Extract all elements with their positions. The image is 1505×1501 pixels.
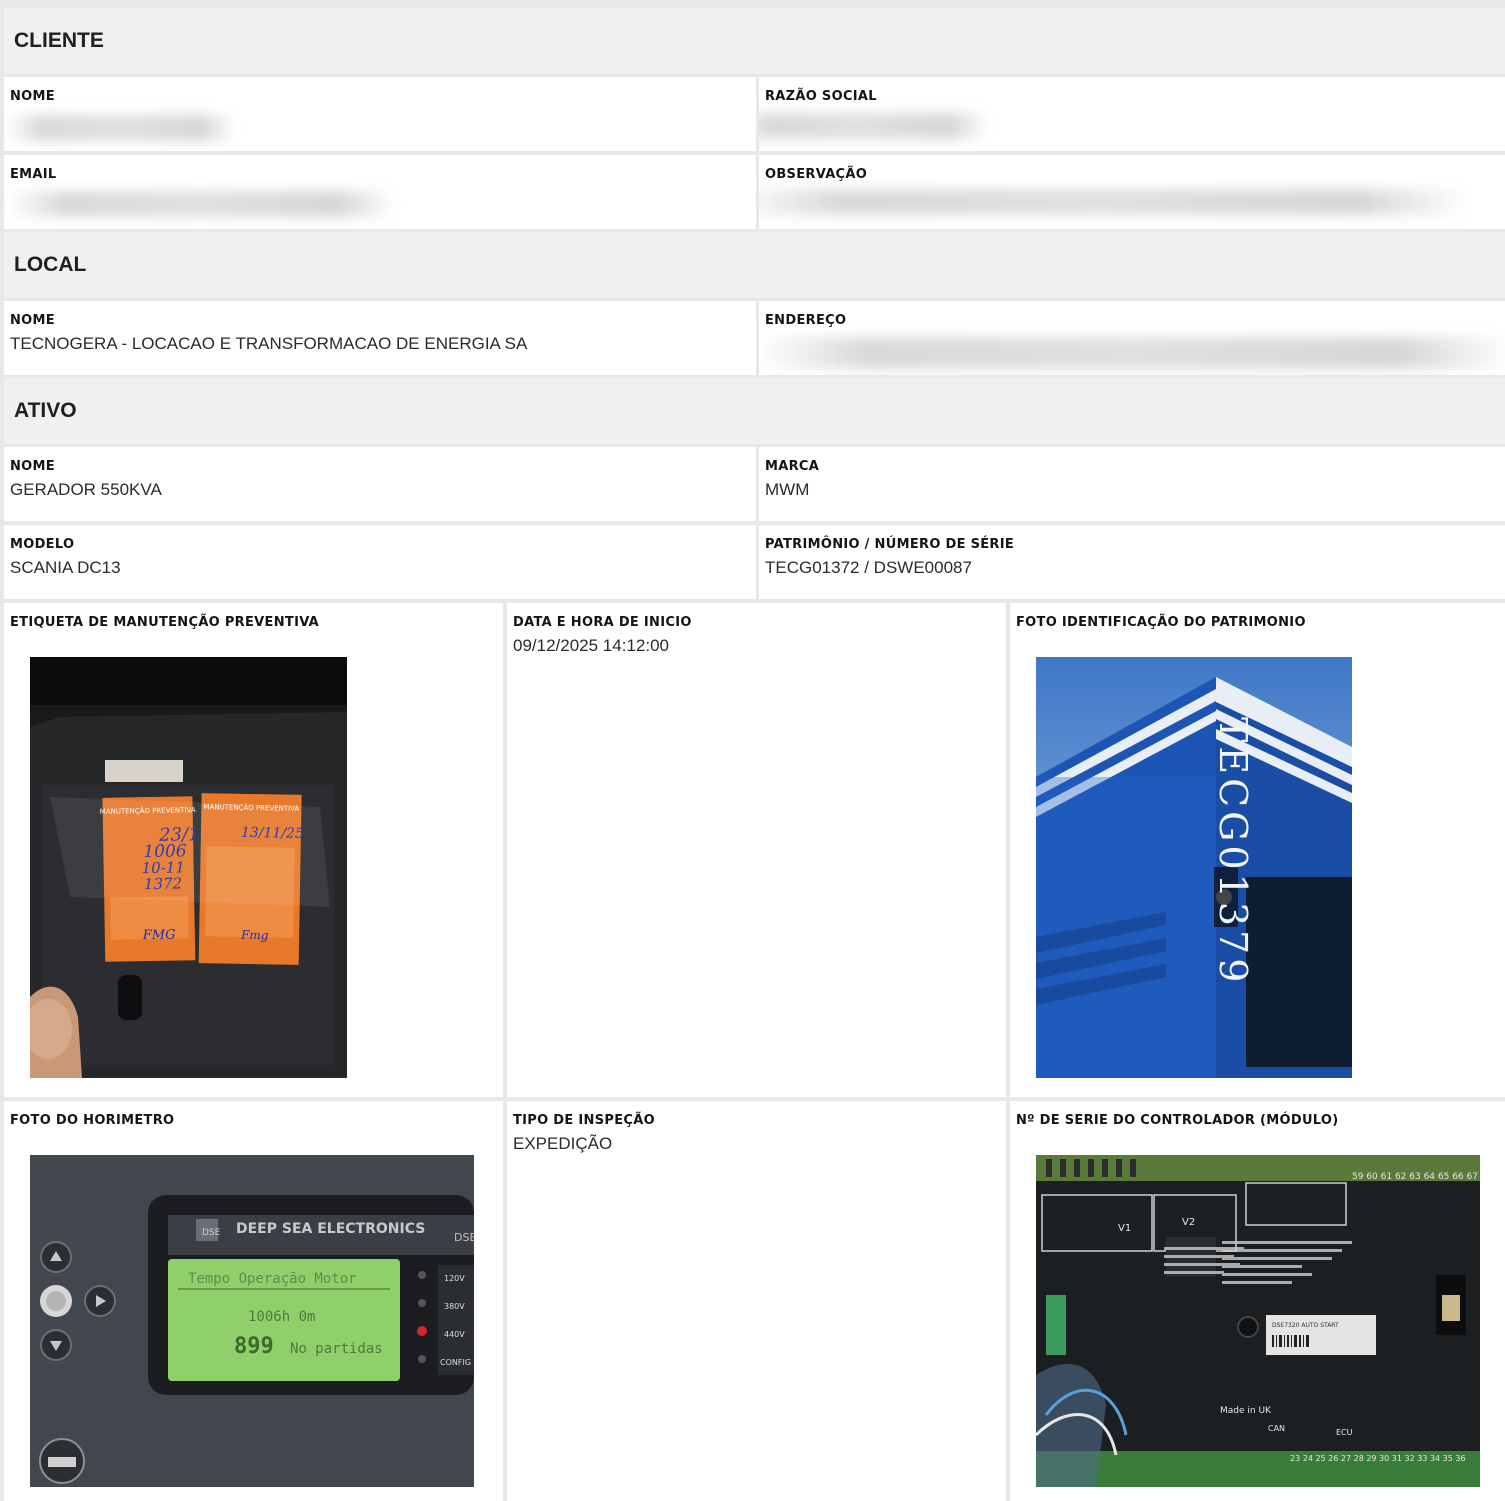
ativo-modelo-field: MODELO SCANIA DC13 <box>4 525 756 599</box>
local-endereco-field: ENDEREÇO <box>759 301 1505 375</box>
local-nome-field: NOME TECNOGERA - LOCACAO E TRANSFORMACAO… <box>4 301 756 375</box>
field-label: DATA E HORA DE INICIO <box>513 615 692 630</box>
horimetro-field: FOTO DO HORIMETRO DSE DEEP SEA ELECTRONI… <box>4 1101 503 1501</box>
field-label: TIPO DE INSPEÇÃO <box>513 1113 655 1128</box>
hour-meter-image: DSE DEEP SEA ELECTRONICS DSE Tempo Opera… <box>30 1155 474 1487</box>
section-title: LOCAL <box>14 253 87 276</box>
field-label: ETIQUETA DE MANUTENÇÃO PREVENTIVA <box>10 615 320 630</box>
generator-vertical-id: TECG01379 <box>1211 717 1255 986</box>
side-label-4: CONFIG <box>440 1358 471 1367</box>
section-header-cliente: CLIENTE <box>4 8 1505 74</box>
side-label-2: 380V <box>444 1302 465 1311</box>
field-label: NOME <box>10 459 55 474</box>
field-value: GERADOR 550KVA <box>10 480 162 499</box>
dse-small-logo: DSE <box>202 1228 221 1238</box>
section-title: ATIVO <box>14 399 77 422</box>
ativo-marca-field: MARCA MWM <box>759 447 1505 521</box>
hour-meter-photo[interactable]: DSE DEEP SEA ELECTRONICS DSE Tempo Opera… <box>30 1155 474 1487</box>
foto-patrimonio-field: FOTO IDENTIFICAÇÃO DO PATRIMONIO TECG013… <box>1010 603 1505 1097</box>
lcd-starts-label: No partidas <box>290 1341 383 1357</box>
field-label: FOTO DO HORIMETRO <box>10 1113 175 1128</box>
tag1-sig: FMG <box>142 928 176 944</box>
redacted-value <box>6 115 236 141</box>
field-value: TECNOGERA - LOCACAO E TRANSFORMACAO DE E… <box>10 334 528 353</box>
ativo-nome-field: NOME GERADOR 550KVA <box>4 447 756 521</box>
ctrl-made: Made in UK <box>1220 1406 1272 1416</box>
inspection-report: CLIENTE NOME RAZÃO SOCIAL EMAIL OBSERVAÇ… <box>0 0 1505 1501</box>
side-label-3: 440V <box>444 1330 465 1339</box>
field-value: 09/12/2025 14:12:00 <box>513 636 669 655</box>
cliente-observacao-field: OBSERVAÇÃO <box>759 155 1505 229</box>
field-label: NOME <box>10 313 55 328</box>
lcd-starts-number: 899 <box>234 1334 274 1359</box>
maintenance-tag-photo[interactable]: MANUTENÇÃO PREVENTIVA 23/10/25 1006 10-1… <box>30 657 347 1078</box>
field-label: PATRIMÔNIO / NÚMERO DE SÉRIE <box>765 537 1015 552</box>
controlador-field: Nº DE SERIE DO CONTROLADOR (MÓDULO) V1 V… <box>1010 1101 1505 1501</box>
ctrl-v1: V1 <box>1118 1223 1131 1234</box>
etiqueta-field: ETIQUETA DE MANUTENÇÃO PREVENTIVA MANUTE… <box>4 603 503 1097</box>
field-value: EXPEDIÇÃO <box>513 1134 613 1153</box>
maintenance-tag-image: MANUTENÇÃO PREVENTIVA 23/10/25 1006 10-1… <box>30 657 347 1078</box>
redacted-value <box>759 189 1469 215</box>
ctrl-top-numbers: 59 60 61 62 63 64 65 66 67 <box>1352 1172 1478 1182</box>
cliente-razao-field: RAZÃO SOCIAL <box>759 77 1505 151</box>
ctrl-model: DSE7320 AUTO START <box>1272 1322 1339 1329</box>
ctrl-ecu: ECU <box>1336 1428 1353 1437</box>
field-label: Nº DE SERIE DO CONTROLADOR (MÓDULO) <box>1016 1113 1339 1128</box>
section-header-ativo: ATIVO <box>4 378 1505 444</box>
dse-brand: DEEP SEA ELECTRONICS <box>236 1221 425 1237</box>
controller-image: V1 V2 59 60 61 62 63 64 65 66 67 DSE7320… <box>1036 1155 1480 1487</box>
section-title: CLIENTE <box>14 29 104 52</box>
lcd-title: Tempo Operação Motor <box>188 1271 357 1287</box>
field-value: MWM <box>765 480 810 499</box>
field-label: NOME <box>10 89 55 104</box>
field-label: ENDEREÇO <box>765 313 847 328</box>
controller-photo[interactable]: V1 V2 59 60 61 62 63 64 65 66 67 DSE7320… <box>1036 1155 1480 1487</box>
field-label: EMAIL <box>10 167 57 182</box>
tag2-sig: Fmg <box>240 928 269 942</box>
cliente-nome-field: NOME <box>4 77 756 151</box>
generator-photo[interactable]: TECG01379 <box>1036 657 1352 1078</box>
field-label: MARCA <box>765 459 820 474</box>
field-label: MODELO <box>10 537 75 552</box>
ctrl-bottom-numbers: 23 24 25 26 27 28 29 30 31 32 33 34 35 3… <box>1290 1454 1466 1463</box>
redacted-value <box>6 191 396 217</box>
generator-image: TECG01379 <box>1036 657 1352 1078</box>
redacted-value <box>759 337 1505 369</box>
data-inicio-field: DATA E HORA DE INICIO 09/12/2025 14:12:0… <box>507 603 1006 1097</box>
side-label-1: 120V <box>444 1274 465 1283</box>
section-header-local: LOCAL <box>4 232 1505 298</box>
ctrl-v2: V2 <box>1182 1217 1195 1228</box>
field-label: OBSERVAÇÃO <box>765 167 868 182</box>
redacted-value <box>759 113 989 139</box>
ativo-patrimonio-field: PATRIMÔNIO / NÚMERO DE SÉRIE TECG01372 /… <box>759 525 1505 599</box>
field-label: FOTO IDENTIFICAÇÃO DO PATRIMONIO <box>1016 615 1306 630</box>
ctrl-can: CAN <box>1268 1424 1285 1433</box>
cliente-email-field: EMAIL <box>4 155 756 229</box>
lcd-hours: 1006h 0m <box>248 1309 315 1325</box>
field-value: SCANIA DC13 <box>10 558 121 577</box>
dse-corner: DSE <box>454 1231 474 1244</box>
field-label: RAZÃO SOCIAL <box>765 89 877 104</box>
field-value: TECG01372 / DSWE00087 <box>765 558 972 577</box>
tipo-inspecao-field: TIPO DE INSPEÇÃO EXPEDIÇÃO <box>507 1101 1006 1501</box>
